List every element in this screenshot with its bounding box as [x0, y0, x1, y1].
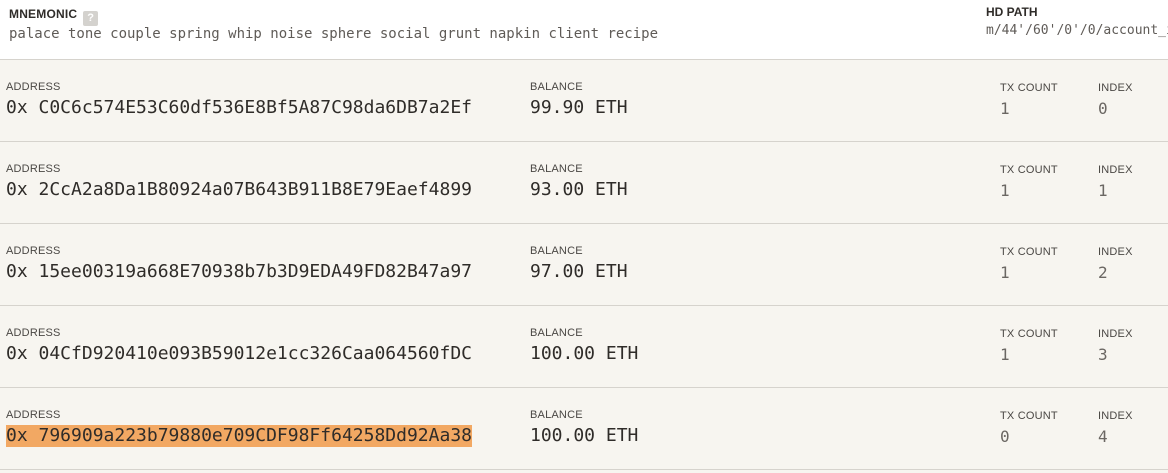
balance-label: BALANCE	[530, 81, 583, 93]
mnemonic-phrase[interactable]: palace tone couple spring whip noise sph…	[9, 26, 658, 42]
account-tx-count: 1	[1000, 99, 1010, 118]
account-address[interactable]: 0x 2CcA2a8Da1B80924a07B643B911B8E79Eaef4…	[6, 179, 472, 201]
account-row[interactable]: ADDRESS 0x 04CfD920410e093B59012e1cc326C…	[0, 306, 1168, 388]
address-label: ADDRESS	[6, 245, 61, 257]
account-index: 3	[1098, 345, 1108, 364]
balance-label: BALANCE	[530, 163, 583, 175]
account-address-selected[interactable]: 0x 796909a223b79880e709CDF98Ff64258Dd92A…	[6, 425, 472, 447]
accounts-list: ADDRESS 0x C0C6c574E53C60df536E8Bf5A87C9…	[0, 60, 1168, 470]
address-label: ADDRESS	[6, 409, 61, 421]
account-balance: 100.00 ETH	[530, 425, 639, 446]
tx-count-label: TX COUNT	[1000, 164, 1058, 176]
address-label: ADDRESS	[6, 163, 61, 175]
account-balance: 99.90 ETH	[530, 97, 628, 118]
account-address[interactable]: 0x 15ee00319a668E70938b7b3D9EDA49FD82B47…	[6, 261, 472, 283]
tx-count-label: TX COUNT	[1000, 410, 1058, 422]
account-tx-count: 1	[1000, 181, 1010, 200]
balance-label: BALANCE	[530, 327, 583, 339]
account-row[interactable]: ADDRESS 0x C0C6c574E53C60df536E8Bf5A87C9…	[0, 60, 1168, 142]
address-label: ADDRESS	[6, 81, 61, 93]
help-icon[interactable]: ?	[83, 11, 99, 26]
index-label: INDEX	[1098, 246, 1133, 258]
account-address[interactable]: 0x 04CfD920410e093B59012e1cc326Caa064560…	[6, 343, 472, 365]
account-tx-count: 0	[1000, 427, 1010, 446]
tx-count-label: TX COUNT	[1000, 246, 1058, 258]
tx-count-label: TX COUNT	[1000, 82, 1058, 94]
hd-path-value[interactable]: m/44'/60'/0'/0/account_index	[986, 23, 1168, 38]
account-balance: 100.00 ETH	[530, 343, 639, 364]
mnemonic-label-group: MNEMONIC?	[9, 7, 99, 26]
address-label: ADDRESS	[6, 327, 61, 339]
account-balance: 97.00 ETH	[530, 261, 628, 282]
tx-count-label: TX COUNT	[1000, 328, 1058, 340]
mnemonic-label: MNEMONIC	[9, 7, 78, 21]
account-address[interactable]: 0x C0C6c574E53C60df536E8Bf5A87C98da6DB7a…	[6, 97, 472, 119]
index-label: INDEX	[1098, 410, 1133, 422]
index-label: INDEX	[1098, 164, 1133, 176]
account-index: 1	[1098, 181, 1108, 200]
mnemonic-header: MNEMONIC? palace tone couple spring whip…	[0, 0, 1168, 60]
account-row[interactable]: ADDRESS 0x 15ee00319a668E70938b7b3D9EDA4…	[0, 224, 1168, 306]
index-label: INDEX	[1098, 328, 1133, 340]
account-tx-count: 1	[1000, 263, 1010, 282]
balance-label: BALANCE	[530, 409, 583, 421]
account-tx-count: 1	[1000, 345, 1010, 364]
account-row[interactable]: ADDRESS 0x 796909a223b79880e709CDF98Ff64…	[0, 388, 1168, 470]
account-index: 4	[1098, 427, 1108, 446]
balance-label: BALANCE	[530, 245, 583, 257]
account-row[interactable]: ADDRESS 0x 2CcA2a8Da1B80924a07B643B911B8…	[0, 142, 1168, 224]
index-label: INDEX	[1098, 82, 1133, 94]
account-index: 0	[1098, 99, 1108, 118]
account-index: 2	[1098, 263, 1108, 282]
hd-path-label: HD PATH	[986, 5, 1038, 19]
account-balance: 93.00 ETH	[530, 179, 628, 200]
